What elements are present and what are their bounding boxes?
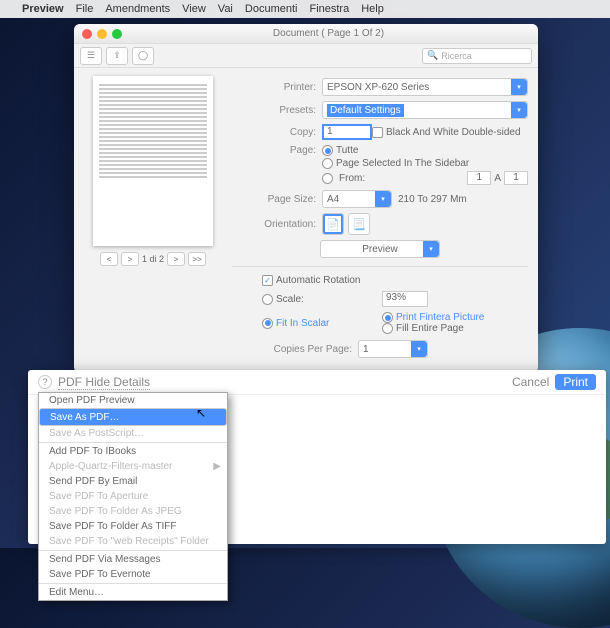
- pdf-dropdown-menu: Open PDF PreviewSave As PDF…Save As Post…: [38, 392, 228, 601]
- radio-from[interactable]: [322, 173, 333, 184]
- bw-checkbox[interactable]: [372, 127, 383, 138]
- page-last-button[interactable]: >>: [188, 252, 206, 266]
- app-name[interactable]: Preview: [22, 3, 64, 15]
- toolbar-tag-icon[interactable]: ◯: [132, 47, 154, 65]
- cursor-icon: ↖: [196, 406, 206, 420]
- landscape-button[interactable]: 📃: [348, 213, 370, 235]
- dropdown-item[interactable]: Apple-Quartz-Filters-master▶: [39, 459, 227, 474]
- presets-select[interactable]: Default Settings▾: [322, 101, 528, 119]
- pager: < > 1 di 2 > >>: [100, 252, 206, 266]
- chevron-down-icon: ▾: [511, 79, 527, 95]
- chevron-down-icon: ▾: [375, 191, 391, 207]
- help-icon[interactable]: ?: [38, 375, 52, 389]
- copy-label: Copy:: [232, 127, 316, 138]
- search-placeholder: Ricerca: [441, 51, 472, 61]
- presets-label: Presets:: [232, 105, 316, 116]
- toolbar-share-icon[interactable]: ⇪: [106, 47, 128, 65]
- radio-all[interactable]: [322, 145, 333, 156]
- bw-label: Black And White Double-sided: [386, 127, 521, 138]
- copy-input[interactable]: 1: [322, 124, 372, 140]
- orientation-label: Orientation:: [232, 219, 316, 230]
- minimize-icon[interactable]: [97, 29, 107, 39]
- dropdown-item[interactable]: Save PDF To Aperture: [39, 489, 227, 504]
- page-next-button[interactable]: >: [121, 252, 139, 266]
- dropdown-item[interactable]: Save PDF To Folder As JPEG: [39, 504, 227, 519]
- cpp-label: Copies Per Page:: [232, 344, 352, 355]
- radio-fit[interactable]: [262, 318, 273, 329]
- radio-print-fint[interactable]: [382, 312, 393, 323]
- pdf-dropdown-button[interactable]: PDF Hide Details: [58, 375, 150, 390]
- dropdown-item[interactable]: Save PDF To Folder As TIFF: [39, 519, 227, 534]
- page-next2-button[interactable]: >: [167, 252, 185, 266]
- dropdown-item[interactable]: Add PDF To IBooks: [39, 444, 227, 459]
- search-input[interactable]: 🔍 Ricerca: [422, 48, 532, 64]
- titlebar: Document ( Page 1 Of 2): [74, 24, 538, 44]
- submenu-arrow-icon: ▶: [213, 461, 221, 472]
- zoom-icon[interactable]: [112, 29, 122, 39]
- print-dialog: Document ( Page 1 Of 2) ☰ ⇪ ◯ 🔍 Ricerca …: [74, 24, 538, 373]
- menu-help[interactable]: Help: [361, 3, 384, 15]
- page-prev-button[interactable]: <: [100, 252, 118, 266]
- dropdown-item[interactable]: Save As PostScript…: [39, 426, 227, 441]
- page-thumbnail: [93, 76, 213, 246]
- menubar: Preview File Amendments View Vai Documen…: [0, 0, 610, 18]
- close-icon[interactable]: [82, 29, 92, 39]
- toolbar: ☰ ⇪ ◯ 🔍 Ricerca: [74, 44, 538, 68]
- chevron-down-icon: ▾: [411, 341, 427, 357]
- dropdown-item[interactable]: Edit Menu…: [39, 585, 227, 600]
- section-select[interactable]: Preview▾: [320, 240, 440, 258]
- print-button[interactable]: Print: [555, 374, 596, 390]
- auto-rotation-checkbox[interactable]: ✓: [262, 275, 273, 286]
- cpp-select[interactable]: 1▾: [358, 340, 428, 358]
- search-icon: 🔍: [427, 50, 438, 61]
- radio-scale[interactable]: [262, 294, 273, 305]
- menu-window[interactable]: Finestra: [309, 3, 349, 15]
- auto-rotation-label: Automatic Rotation: [276, 275, 361, 286]
- chevron-down-icon: ▾: [511, 102, 527, 118]
- cancel-button[interactable]: Cancel: [512, 375, 549, 389]
- menu-view[interactable]: View: [182, 3, 206, 15]
- range-from-input[interactable]: 1: [467, 171, 491, 185]
- menu-amend[interactable]: Amendments: [105, 3, 170, 15]
- size-label: Page Size:: [232, 194, 316, 205]
- size-select[interactable]: A4▾: [322, 190, 392, 208]
- toolbar-sidebar-icon[interactable]: ☰: [80, 47, 102, 65]
- range-to-input[interactable]: 1: [504, 171, 528, 185]
- menu-vai[interactable]: Vai: [218, 3, 233, 15]
- menu-file[interactable]: File: [76, 3, 94, 15]
- portrait-button[interactable]: 📄: [322, 213, 344, 235]
- scale-input[interactable]: 93%: [382, 291, 428, 307]
- page-indicator: 1 di 2: [142, 254, 164, 264]
- radio-selected[interactable]: [322, 158, 333, 169]
- dropdown-item[interactable]: Save PDF To "web Receipts" Folder: [39, 534, 227, 549]
- dropdown-item[interactable]: Send PDF Via Messages: [39, 552, 227, 567]
- dropdown-item[interactable]: Save PDF To Evernote: [39, 567, 227, 582]
- printer-select[interactable]: EPSON XP-620 Series▾: [322, 78, 528, 96]
- page-label: Page:: [232, 145, 316, 156]
- menu-doc[interactable]: Documenti: [245, 3, 298, 15]
- dropdown-item[interactable]: Send PDF By Email: [39, 474, 227, 489]
- size-dimensions: 210 To 297 Mm: [398, 194, 467, 205]
- printer-label: Printer:: [232, 82, 316, 93]
- chevron-down-icon: ▾: [423, 241, 439, 257]
- radio-fill-entire[interactable]: [382, 323, 393, 334]
- window-title: Document ( Page 1 Of 2): [127, 28, 530, 39]
